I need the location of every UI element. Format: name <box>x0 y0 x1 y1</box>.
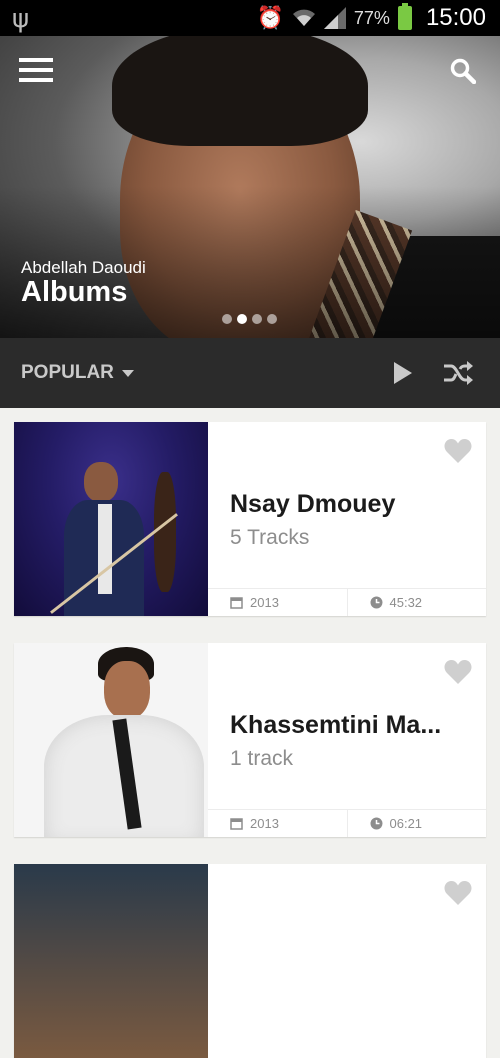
heart-icon[interactable] <box>444 659 472 685</box>
album-title: Nsay Dmouey <box>230 490 396 518</box>
artist-name: Abdellah Daoudi <box>21 258 146 277</box>
calendar-icon <box>230 597 243 609</box>
usb-icon: ψ <box>12 4 30 34</box>
album-track-count: 5 Tracks <box>230 526 310 549</box>
filter-bar: POPULAR <box>0 338 500 408</box>
status-bar: ψ ⏰ 77% 15:00 <box>0 0 500 36</box>
album-year: 2013 <box>208 810 347 837</box>
album-card[interactable] <box>14 864 486 1058</box>
search-icon[interactable] <box>450 58 476 84</box>
heart-icon[interactable] <box>444 880 472 906</box>
shuffle-icon[interactable] <box>443 360 473 386</box>
page-dot[interactable] <box>252 314 262 324</box>
album-card[interactable]: Nsay Dmouey 5 Tracks 2013 45:32 <box>14 422 486 616</box>
status-icons: ⏰ 77% 15:00 <box>256 0 486 36</box>
clock-icon <box>370 596 382 609</box>
album-year-text: 2013 <box>250 595 279 610</box>
battery-icon <box>397 3 412 30</box>
album-meta: 2013 45:32 <box>208 588 486 616</box>
page-dot[interactable] <box>222 314 232 324</box>
page-dot-active[interactable] <box>237 314 247 324</box>
album-track-count: 1 track <box>230 747 294 770</box>
sort-label: POPULAR <box>21 362 114 383</box>
caret-down-icon <box>121 369 134 377</box>
heart-icon[interactable] <box>444 438 472 464</box>
wifi-icon <box>292 9 315 26</box>
cover-figure-shirt <box>98 504 112 594</box>
page-dot[interactable] <box>267 314 277 324</box>
clock-icon <box>370 817 382 830</box>
album-meta: 2013 06:21 <box>208 809 486 837</box>
album-cover <box>14 643 208 837</box>
battery-percent: 77% <box>353 7 390 28</box>
cover-figure-head <box>104 661 150 719</box>
album-duration-text: 45:32 <box>389 595 423 610</box>
album-duration: 45:32 <box>346 589 487 616</box>
album-duration-text: 06:21 <box>389 816 423 831</box>
album-cover <box>14 864 208 1058</box>
calendar-icon <box>230 818 243 830</box>
play-icon[interactable] <box>394 362 412 384</box>
album-year-text: 2013 <box>250 816 279 831</box>
page-indicator[interactable] <box>222 314 277 324</box>
signal-icon <box>323 7 346 29</box>
album-card[interactable]: Khassemtini Ma... 1 track 2013 06:21 <box>14 643 486 837</box>
album-cover <box>14 422 208 616</box>
album-duration: 06:21 <box>346 810 487 837</box>
menu-icon[interactable] <box>19 58 53 82</box>
sort-dropdown[interactable]: POPULAR <box>21 362 134 384</box>
album-year: 2013 <box>208 589 347 616</box>
cover-violin <box>154 472 176 592</box>
hero-photo-hair <box>112 36 368 146</box>
clock-time: 15:00 <box>425 4 486 31</box>
album-title: Khassemtini Ma... <box>230 711 442 739</box>
cover-figure-head <box>84 462 118 502</box>
hero-banner[interactable]: Abdellah Daoudi Albums <box>0 36 500 338</box>
page-title: Albums <box>21 276 128 308</box>
alarm-icon: ⏰ <box>256 5 284 31</box>
